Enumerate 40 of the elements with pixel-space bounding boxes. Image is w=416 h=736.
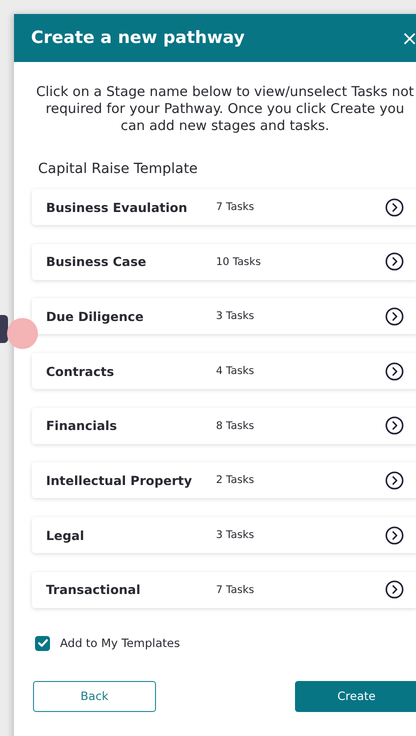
stage-card[interactable]: Intellectual Property 2 Tasks: [32, 462, 416, 498]
stage-name: Due Diligence: [46, 308, 145, 324]
stage-card[interactable]: Transactional 7 Tasks: [32, 572, 416, 608]
stage-card[interactable]: Business Evaulation 7 Tasks: [32, 189, 416, 225]
stage-name: Business Case: [46, 254, 148, 270]
checkbox-label: Add to My Templates: [60, 636, 180, 650]
task-count: 3 Tasks: [216, 310, 256, 322]
stage-card[interactable]: Contracts 4 Tasks: [32, 353, 416, 390]
stage-name: Financials: [46, 418, 118, 434]
instructions-text: Click on a Stage name below to view/unselect Tasks not required for your Pathway. Once you click Create you can add new stages and tasks.: [35, 84, 415, 135]
stage-name: Business Evaulation: [46, 200, 188, 214]
stage-name: Legal: [46, 528, 86, 543]
stage-card[interactable]: Legal 3 Tasks: [32, 517, 416, 554]
template-name: Capital Raise Template: [38, 161, 199, 177]
chevron-right-icon[interactable]: [385, 362, 404, 381]
stage-card[interactable]: Financials 8 Tasks: [32, 408, 416, 444]
close-button[interactable]: ×: [393, 26, 416, 50]
task-count: 2 Tasks: [216, 474, 256, 486]
stage-name: Contracts: [46, 364, 116, 379]
chevron-right-icon[interactable]: [385, 416, 404, 436]
chevron-right-icon[interactable]: [385, 526, 404, 545]
chevron-right-icon[interactable]: [385, 470, 404, 490]
task-count: 7 Tasks: [216, 201, 256, 213]
create-button[interactable]: Create: [295, 680, 416, 712]
checkbox[interactable]: [35, 636, 50, 651]
chevron-right-icon[interactable]: [385, 306, 404, 326]
task-count: 10 Tasks: [216, 256, 262, 268]
task-count: 8 Tasks: [216, 420, 256, 432]
stage-name: Intellectual Property: [46, 472, 194, 488]
dialog-title: Create a new pathway: [31, 28, 245, 48]
task-count: 3 Tasks: [216, 529, 256, 542]
chevron-right-icon[interactable]: [385, 198, 404, 216]
stage-card[interactable]: Business Case 10 Tasks: [32, 244, 416, 280]
task-count: 7 Tasks: [216, 584, 256, 596]
stage-card[interactable]: Due Diligence 3 Tasks: [32, 298, 416, 334]
task-count: 4 Tasks: [216, 365, 256, 378]
back-button[interactable]: Back: [33, 680, 156, 712]
chevron-right-icon[interactable]: [385, 580, 404, 600]
chevron-right-icon[interactable]: [385, 252, 404, 272]
stage-name: Transactional: [46, 582, 142, 598]
